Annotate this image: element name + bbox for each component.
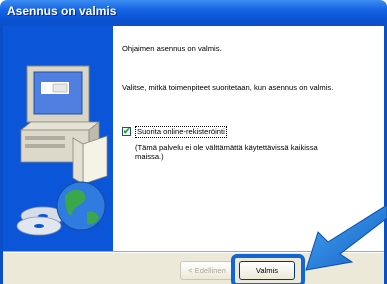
window-title: Asennus on valmis	[7, 4, 117, 18]
button-divider	[3, 251, 384, 253]
online-registration-label[interactable]: Suorita online-rekisteröinti	[135, 126, 227, 138]
finish-button-highlight	[231, 254, 305, 284]
instruction-text: Valitse, mitkä toimenpiteet suoritetaan,…	[122, 83, 334, 92]
checkmark-icon: ✔	[123, 126, 131, 136]
availability-note-line2: maissa.)	[135, 152, 164, 161]
title-bar[interactable]: Asennus on valmis	[0, 0, 387, 26]
content-panel: Ohjaimen asennus on valmis. Valitse, mit…	[113, 26, 384, 251]
wizard-art-panel	[3, 26, 113, 251]
wizard-window: Asennus on valmis Ohjaimen asennus on va…	[0, 0, 387, 284]
completion-message: Ohjaimen asennus on valmis.	[122, 44, 222, 53]
previous-button[interactable]: < Edellinen	[180, 261, 234, 280]
computer-illustration	[16, 65, 108, 236]
availability-note-line1: (Tämä palvelu ei ole välttämättä käytett…	[135, 143, 318, 152]
online-registration-checkbox[interactable]: ✔	[122, 126, 131, 136]
